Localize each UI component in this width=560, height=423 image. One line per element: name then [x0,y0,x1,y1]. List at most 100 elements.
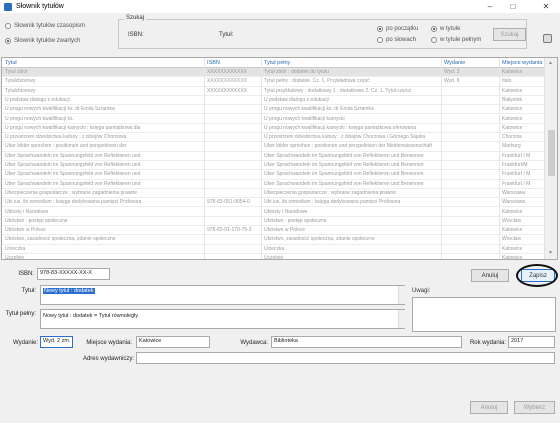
search-legend: Szukaj [124,15,147,21]
table-scrollbar[interactable]: ▲ ▼ [544,58,557,259]
tytul-pelny-scrollbar[interactable] [398,310,405,328]
col-isbn[interactable]: ISBN [207,60,259,66]
table-cell: Ucieczka [264,245,285,252]
table-cell: U przestrzeni dziedzictwa kultury : z dz… [5,134,127,141]
table-cell: Katowice [502,208,523,215]
table-cell: Ubóstwo : postęp społeczne [264,217,327,224]
uwagi-field[interactable] [412,297,556,332]
table-row[interactable]: U progu nowych kwalifikacji ks. U progu … [2,115,545,124]
col-divider [261,58,262,259]
table-row[interactable]: U progu nowych kwalifikacji ks. dr Emila… [2,105,545,115]
wydawca-field[interactable]: Biblioteka [271,336,462,348]
table-cell: Warszawa [502,189,526,196]
miejsce-field[interactable]: Katowice [136,336,210,348]
title-bar: Słownik tytułów – □ ✕ [0,0,560,13]
table-row[interactable]: Ubóstwo w Polsce 978-83-01-179-75-3 Ubóstw… [2,226,545,236]
footer-cancel-button[interactable]: Anuluj [470,401,508,414]
adres-label: Adres wydawniczy: [82,356,134,362]
opt-po-poczatku[interactable]: po początku [377,26,418,32]
table-row[interactable]: Tytułzbiorowy XXXXXXXXXXXX Tytuł pełny : d… [2,77,545,87]
opt-w-tytule-pelnym-label: w tytule pełnym [440,37,482,43]
search-title-label: Tytuł: [219,32,234,38]
scroll-thumb[interactable] [548,130,555,176]
col-divider [204,58,205,259]
table-cell: Wyd. 3 [444,69,460,75]
close-icon[interactable]: ✕ [532,0,560,13]
mode-books-label: Słownik tytułów zwartych [14,38,81,44]
table-cell: Über Sprachwandeln im Spannungsfeld von … [5,171,141,178]
table-cell: Katowice [502,115,523,122]
table-cell: Ubóstwo, zaradność społeczna, zdanie spo… [264,236,375,243]
mode-journals-radio[interactable]: Słownik tytułów czasopism [5,23,85,29]
table-cell: Wrocław [502,217,522,224]
table-cell: Ubiosty i Narodowe [264,208,308,215]
scroll-down-icon[interactable]: ▼ [548,250,553,256]
table-row[interactable]: Über Sprachwandeln im Spannungsfeld von … [2,161,545,171]
table-row[interactable]: U przestrzeni dziedzictwa kultury : z dz… [2,133,545,143]
tytul-label: Tytuł: [21,288,36,294]
table-row[interactable]: Ubóstwo, zaradność społeczna, zdanie spo… [2,235,545,245]
col-miejsce[interactable]: Miejsce wydania [502,60,545,66]
form-cancel-button[interactable]: Anuluj [471,269,509,282]
table-cell: U progu nowych kwalifikacji kamycki : ks… [264,124,417,131]
isbn-field[interactable]: 978-83-XXXXX-XX-X [37,268,110,280]
mode-journals-label: Słownik tytułów czasopism [14,23,86,29]
table-row[interactable]: U progu nowych kwalifikacji kamycki : ks… [2,124,545,134]
table-cell: Marburg [502,143,521,150]
opt-w-tytule-pelnym[interactable]: w tytule pełnym [431,37,481,43]
radio-icon [377,37,383,43]
table-row[interactable]: Über Sprachwandeln im Spannungsfeld von … [2,152,545,161]
table-row[interactable]: Über Sprachwandeln im Spannungsfeld von … [2,180,545,189]
table-cell: Katowice [502,255,523,260]
table-row[interactable]: Über bilder sprechen : positionen und pe… [2,142,545,152]
wydanie-label: Wydanie: [13,340,38,346]
col-wydanie[interactable]: Wydanie [444,60,499,66]
table-cell: Ubóstwo, zaradność społeczna, zdanie spo… [5,236,116,243]
table-cell: Über Sprachwandeln im Spannungsfeld von … [5,152,141,159]
settings-icon[interactable] [543,34,552,43]
minimize-icon[interactable]: – [480,0,500,13]
search-button[interactable]: Szukaj [493,28,526,41]
col-tytul-pelny[interactable]: Tytuł pełny [264,60,439,66]
table-cell: 978-83-051-9054-0 [207,199,250,206]
tytul-scrollbar[interactable] [398,286,405,304]
tytul-field[interactable]: Nowy tytuł : dodatek [40,285,405,305]
scroll-up-icon[interactable]: ▲ [548,60,553,66]
table-cell: XXXXXXXXXXXX [207,78,248,85]
table-row[interactable]: Ubóstwo : postęp społeczne Ubóstwo : post… [2,217,545,227]
mode-books-radio[interactable]: Słownik tytułów zwartych [5,38,80,44]
table-row[interactable]: Tytuł zbior XXXXXXXXXXXX Tytuł zbiór : dod… [2,68,545,78]
table-row[interactable]: Ubi ius, ibi remedium : księga dedykowan… [2,198,545,208]
search-group: Szukaj ISBN: Tytuł: po początku po słowa… [118,15,527,49]
table-cell: 978-83-01-179-75-3 [207,227,252,234]
table-cell: Uczelnie [5,255,25,260]
rok-field[interactable]: 2017 [508,336,555,348]
opt-po-poczatku-label: po początku [386,26,419,32]
opt-po-slowach[interactable]: po słowach [377,37,416,43]
table-row[interactable]: Über Sprachwandeln im Spannungsfeld von … [2,170,545,180]
col-tytul[interactable]: Tytuł [5,60,200,66]
table-cell: Tytuł przykładowy : dodatkowy 1 : dodatk… [264,87,412,94]
maximize-icon[interactable]: □ [503,0,523,13]
table-body: Tytuł zbior XXXXXXXXXXXX Tytuł zbiór : dod… [2,68,545,260]
tytul-pelny-field[interactable]: Nowy tytuł : dodatek = Tytuł równoległy [40,309,405,329]
table-cell: Białystok [502,96,523,103]
table-cell: Ubezpieczenia gospodarcze : wybrane zaga… [5,189,138,196]
table-row[interactable]: Ucieczka Ucieczka Katowice [2,245,545,254]
opt-po-slowach-label: po słowach [386,37,417,43]
adres-field[interactable] [136,352,555,364]
table-row[interactable]: U podstaw dialogu z edukacji U podstaw di… [2,96,545,106]
wydanie-field[interactable]: Wyd. 2 zm. [40,336,73,348]
table-row[interactable]: Ubiosty i Narodowe Ubiosty i Narodowe Kato… [2,208,545,217]
table-row[interactable]: Tytułzbiorowy XXXXXXXXXXXX Tytuł przykłado… [2,87,545,96]
select-button[interactable]: Wybierz [514,401,555,414]
table-row[interactable]: Uczelnie Uczelnie Katowice [2,254,545,260]
radio-icon [5,23,11,29]
table-row[interactable]: Ubezpieczenia gospodarcze : wybrane zaga… [2,189,545,199]
table-cell: Ubóstwo w Polsce [5,227,46,234]
table-cell: Ucieczka [5,245,26,252]
opt-w-tytule-label: w tytule [440,26,461,32]
opt-w-tytule[interactable]: w tytule [431,26,460,32]
table-cell: Über Sprachwandeln im Spannungsfeld von … [264,171,424,178]
search-isbn-label: ISBN: [128,32,144,38]
